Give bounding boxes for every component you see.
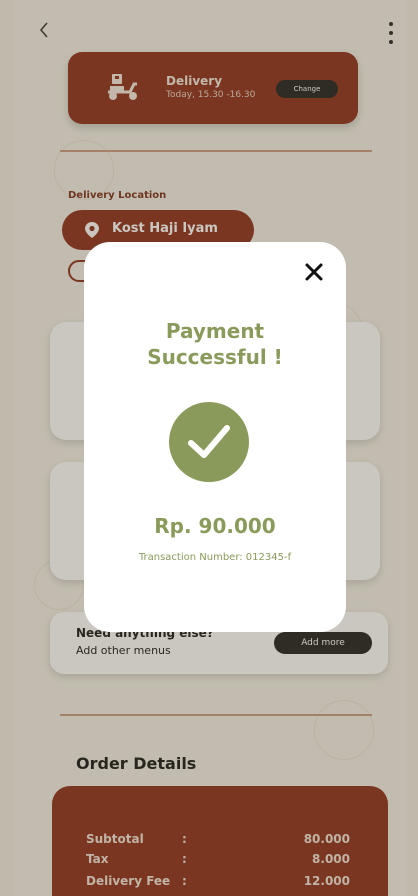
success-badge [169, 402, 249, 482]
transaction-number: Transaction Number: 012345-f [138, 552, 292, 563]
modal-title: Payment Successful ! [84, 318, 346, 370]
modal-title-line: Successful ! [147, 345, 283, 369]
close-icon [305, 263, 323, 281]
checkmark-icon [188, 425, 230, 458]
modal-title-line: Payment [165, 319, 265, 343]
payment-amount: Rp. 90.000 [154, 514, 276, 538]
close-button[interactable] [304, 262, 324, 282]
payment-success-modal: Payment Successful ! Rp. 90.000 Transact… [84, 242, 346, 632]
